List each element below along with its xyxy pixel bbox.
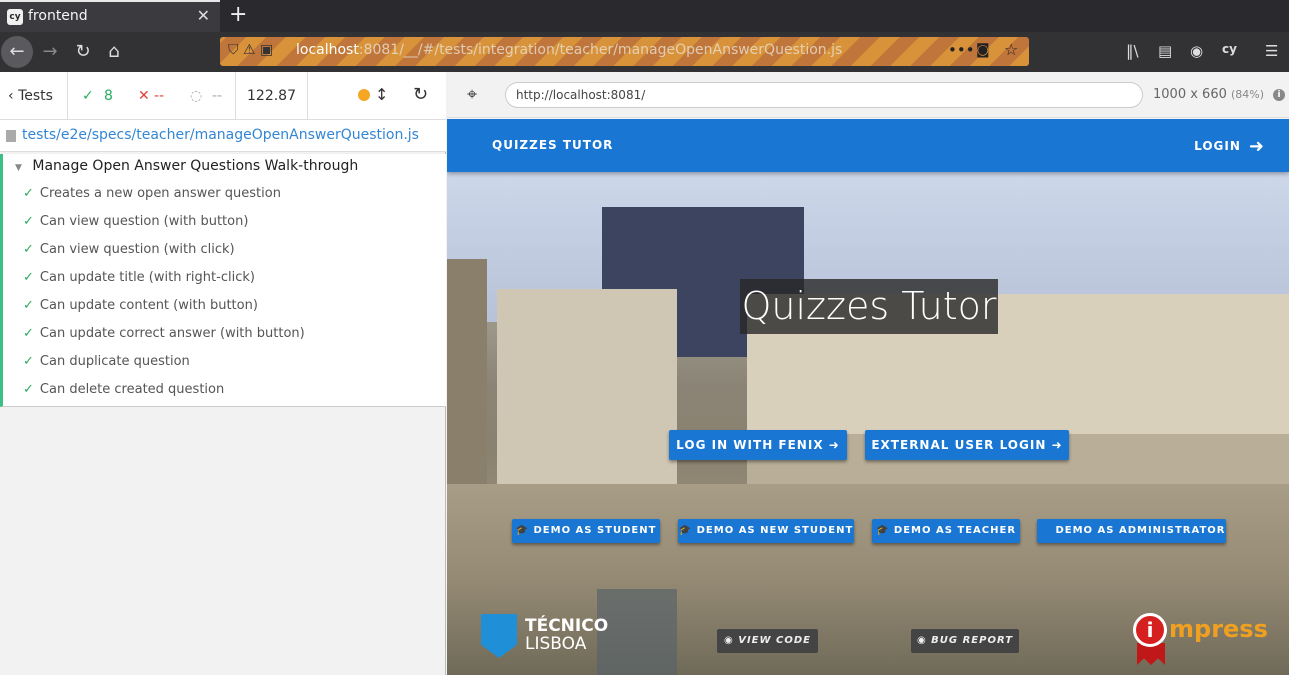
restart-tests-icon[interactable]: ↻ xyxy=(413,84,428,105)
glass-elevator xyxy=(597,589,677,675)
autoscroll-toggle-icon[interactable]: ↕ xyxy=(375,85,388,104)
test-row[interactable]: ✓ Can delete created question xyxy=(23,382,224,397)
failed-x-icon: ✕ xyxy=(138,88,150,104)
passed-count: 8 xyxy=(104,88,113,104)
aut-url-field: http://localhost:8081/ xyxy=(505,82,1143,108)
white-building xyxy=(497,289,677,489)
graduation-cap-icon: 🎓 xyxy=(515,525,529,536)
check-icon: ✓ xyxy=(23,382,34,397)
bug-report-button[interactable]: ◉ BUG REPORT xyxy=(911,629,1019,653)
app-toolbar: QUIZZES TUTOR LOGIN ➜ xyxy=(447,119,1289,172)
collapse-triangle-icon: ▼ xyxy=(15,163,22,173)
menu-icon[interactable]: ☰ xyxy=(1265,42,1278,60)
login-fenix-button[interactable]: LOG IN WITH FENIX ➜ xyxy=(669,430,847,460)
pending-spinner-icon: ◌ xyxy=(190,88,203,104)
back-icon[interactable]: ← xyxy=(1,36,33,68)
login-icon: ➜ xyxy=(828,438,840,452)
passed-check-icon: ✓ xyxy=(82,88,94,104)
github-icon: ◉ xyxy=(724,635,734,646)
test-title: Creates a new open answer question xyxy=(39,186,281,201)
new-tab-button[interactable]: + xyxy=(229,2,247,27)
test-row[interactable]: ✓ Can duplicate question xyxy=(23,354,190,369)
hero-title: Quizzes Tutor xyxy=(740,279,998,334)
login-icon: ➜ xyxy=(1248,136,1265,157)
check-icon: ✓ xyxy=(23,270,34,285)
demo-teacher-button[interactable]: 🎓 DEMO AS TEACHER xyxy=(872,519,1020,543)
info-icon[interactable]: i xyxy=(1273,89,1285,101)
check-icon: ✓ xyxy=(23,326,34,341)
test-title: Can delete created question xyxy=(39,382,225,397)
stats-group: ✓ 8 ✕ -- ◌ -- xyxy=(68,72,236,120)
suite-title: Manage Open Answer Questions Walk-throug… xyxy=(32,158,359,174)
check-icon: ✓ xyxy=(23,242,34,257)
duration: 122.87 xyxy=(236,72,308,120)
cypress-extension-icon[interactable]: cy xyxy=(1222,42,1237,56)
demo-student-button[interactable]: 🎓 DEMO AS STUDENT xyxy=(512,519,660,543)
app-brand[interactable]: QUIZZES TUTOR xyxy=(492,138,613,152)
app-under-test: QUIZZES TUTOR LOGIN ➜ Quizzes Tutor LOG I… xyxy=(447,119,1289,675)
page-actions-icon[interactable]: ••• xyxy=(948,41,975,59)
test-row[interactable]: ✓ Can update correct answer (with button) xyxy=(23,326,305,341)
suite-header[interactable]: ▼ Manage Open Answer Questions Walk-thro… xyxy=(15,158,358,174)
browser-tab-strip: cy frontend ✕ + xyxy=(0,0,1289,32)
test-title: Can duplicate question xyxy=(39,354,190,369)
test-title: Can view question (with click) xyxy=(39,242,235,257)
login-button[interactable]: LOGIN ➜ xyxy=(1194,136,1265,157)
library-icon[interactable]: ‖\ xyxy=(1126,42,1139,60)
close-tab-icon[interactable]: ✕ xyxy=(197,6,210,25)
test-row[interactable]: ✓ Can update title (with right-click) xyxy=(23,270,255,285)
bookmark-star-icon[interactable]: ☆ xyxy=(1004,40,1018,59)
admin-user-icon: 👤 xyxy=(1037,525,1051,536)
test-suite: ▼ Manage Open Answer Questions Walk-thro… xyxy=(0,154,446,407)
demo-admin-button[interactable]: 👤 DEMO AS ADMINISTRATOR xyxy=(1037,519,1226,543)
check-icon: ✓ xyxy=(23,354,34,369)
graduation-cap-icon: 🎓 xyxy=(875,525,890,536)
tests-nav-button[interactable]: ‹ Tests xyxy=(0,72,68,120)
browser-tab[interactable]: cy frontend ✕ xyxy=(0,0,220,32)
reload-icon[interactable]: ↻ xyxy=(67,36,99,68)
address-bar[interactable]: ⛉ ⚠ ▣ localhost:8081/__/#/tests/integrat… xyxy=(220,37,1029,66)
spec-file-path[interactable]: tests/e2e/specs/teacher/manageOpenAnswer… xyxy=(0,120,446,152)
status-dot-icon xyxy=(358,89,370,101)
home-icon[interactable]: ⌂ xyxy=(98,36,130,68)
view-code-button[interactable]: ◉ VIEW CODE xyxy=(717,629,818,653)
github-icon: ◉ xyxy=(916,635,927,646)
check-icon: ✓ xyxy=(23,186,34,201)
aut-header: ⌖ http://localhost:8081/ 1000 x 660 (84%… xyxy=(447,72,1289,118)
file-icon xyxy=(6,130,16,142)
spec-path-text: tests/e2e/specs/teacher/manageOpenAnswer… xyxy=(22,127,419,143)
graduation-cap-icon: 🎓 xyxy=(678,525,693,536)
test-title: Can update correct answer (with button) xyxy=(39,326,305,341)
cypress-favicon-icon: cy xyxy=(7,9,23,25)
test-row[interactable]: ✓ Can view question (with button) xyxy=(23,214,248,229)
chevron-left-icon: ‹ xyxy=(8,88,14,104)
account-icon[interactable]: ◉ xyxy=(1190,42,1203,60)
test-title: Can update title (with right-click) xyxy=(39,270,255,285)
test-reporter-panel: ‹ Tests ✓ 8 ✕ -- ◌ -- 122.87 ↕ ↻ tests/e… xyxy=(0,72,446,675)
viewport-size: 1000 x 660 (84%) xyxy=(1153,87,1265,102)
login-icon: ➜ xyxy=(1051,438,1063,452)
url-text: localhost:8081/__/#/tests/integration/te… xyxy=(296,42,843,58)
tests-label: Tests xyxy=(18,88,53,104)
check-icon: ✓ xyxy=(23,298,34,313)
test-title: Can view question (with button) xyxy=(39,214,249,229)
selector-playground-icon[interactable]: ⌖ xyxy=(467,84,477,105)
left-building xyxy=(447,259,487,519)
sidebar-icon[interactable]: ▤ xyxy=(1158,42,1172,60)
check-icon: ✓ xyxy=(23,214,34,229)
external-login-button[interactable]: EXTERNAL USER LOGIN ➜ xyxy=(865,430,1069,460)
pocket-icon[interactable]: ◙ xyxy=(976,42,990,58)
test-row[interactable]: ✓ Can update content (with button) xyxy=(23,298,258,313)
tracking-protection-icon[interactable]: ⛉ ⚠ ▣ xyxy=(228,42,273,58)
tab-title: frontend xyxy=(28,8,88,24)
forward-icon[interactable]: → xyxy=(34,36,66,68)
failed-count: -- xyxy=(154,88,165,104)
browser-navigation-bar: ← → ↻ ⌂ ⛉ ⚠ ▣ localhost:8081/__/#/tests/… xyxy=(0,32,1289,72)
test-title: Can update content (with button) xyxy=(39,298,258,313)
test-row[interactable]: ✓ Can view question (with click) xyxy=(23,242,235,257)
reporter-stats-bar: ‹ Tests ✓ 8 ✕ -- ◌ -- 122.87 ↕ ↻ xyxy=(0,72,446,120)
test-row[interactable]: ✓ Creates a new open answer question xyxy=(23,186,281,201)
demo-new-student-button[interactable]: 🎓 DEMO AS NEW STUDENT xyxy=(678,519,854,543)
pending-count: -- xyxy=(212,88,223,104)
